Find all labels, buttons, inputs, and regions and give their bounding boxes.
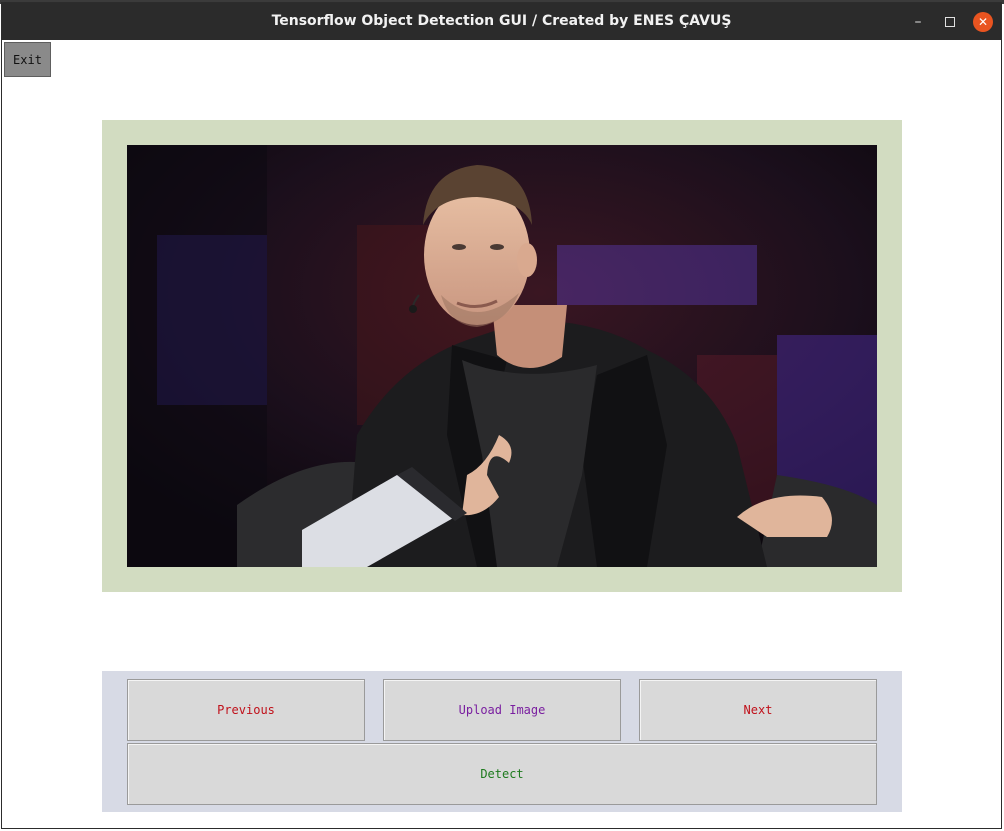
app-window: Tensorflow Object Detection GUI / Create… <box>1 2 1002 829</box>
previous-button[interactable]: Previous <box>127 679 365 741</box>
image-frame <box>102 120 902 592</box>
next-button[interactable]: Next <box>639 679 877 741</box>
minimize-icon[interactable]: – <box>908 12 928 32</box>
maximize-icon[interactable] <box>940 12 960 32</box>
upload-image-button[interactable]: Upload Image <box>383 679 621 741</box>
exit-button[interactable]: Exit <box>4 42 51 77</box>
detect-button[interactable]: Detect <box>127 743 877 805</box>
title-bar[interactable]: Tensorflow Object Detection GUI / Create… <box>2 3 1001 40</box>
window-title: Tensorflow Object Detection GUI / Create… <box>271 13 732 29</box>
displayed-image <box>127 145 877 567</box>
close-icon[interactable]: ✕ <box>973 12 993 32</box>
photo-illustration <box>127 145 877 567</box>
controls-panel: Previous Upload Image Next Detect <box>102 671 902 812</box>
